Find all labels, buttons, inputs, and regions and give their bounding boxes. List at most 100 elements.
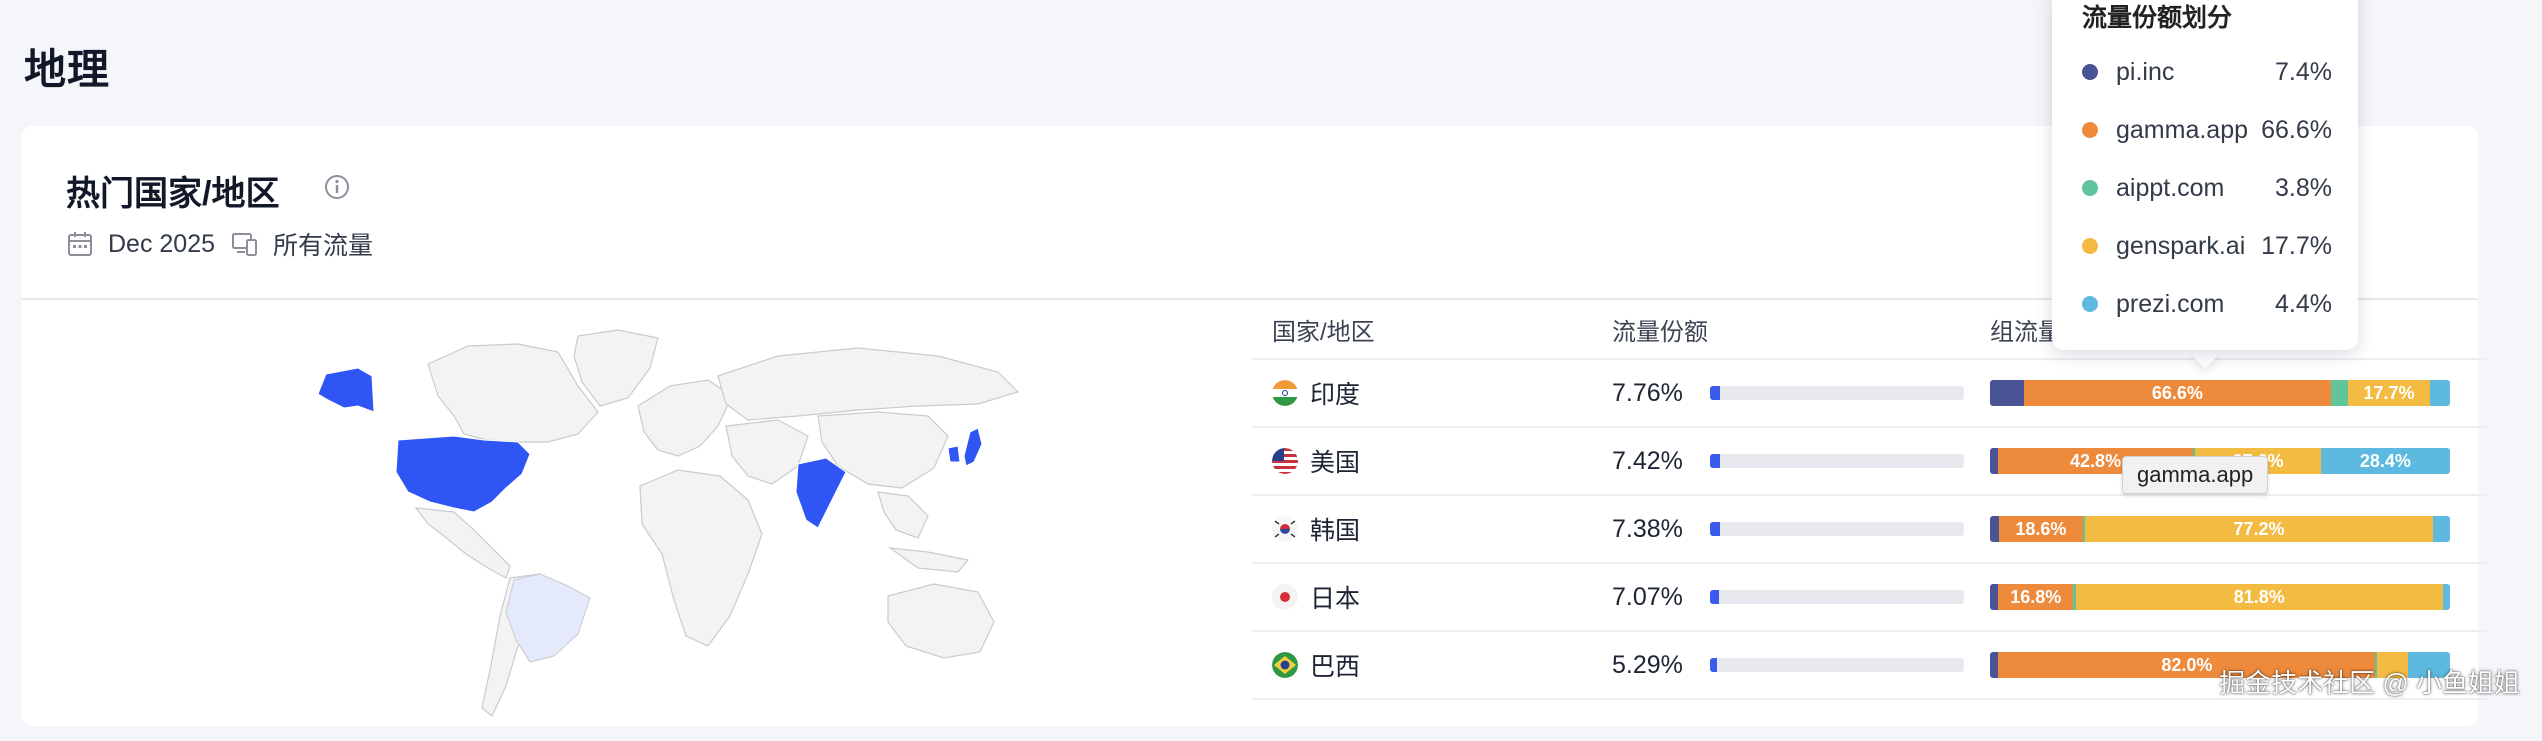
country-name: 巴西: [1310, 653, 1361, 681]
tooltip-item-name: prezi.com: [2116, 289, 2225, 318]
group-share-segment[interactable]: 18.6%: [1999, 516, 2083, 542]
table-row[interactable]: 日本 7.07% 16.8% 81.8%: [1252, 564, 2488, 632]
world-map[interactable]: [278, 316, 1058, 736]
header-share[interactable]: 流量份额: [1612, 312, 1990, 347]
map-region-mexico: [414, 507, 511, 579]
group-share-bar[interactable]: 16.8% 81.8%: [1990, 584, 2450, 610]
legend-dot: [2082, 122, 2098, 138]
tooltip-item-name: aippt.com: [2116, 173, 2225, 202]
map-region-korea: [947, 445, 961, 463]
tooltip-item: prezi.com 4.4%: [2082, 284, 2332, 324]
country-name: 日本: [1310, 585, 1361, 613]
legend-dot: [2082, 238, 2098, 254]
share-bar-fill: [1710, 386, 1720, 400]
legend-dot: [2082, 64, 2098, 80]
korea-flag-icon: [1272, 516, 1298, 542]
share-value: 7.42%: [1612, 446, 1683, 475]
traffic-type-label[interactable]: 所有流量: [273, 226, 373, 262]
map-region-japan: [963, 427, 983, 467]
group-share-segment[interactable]: [2330, 380, 2349, 406]
country-name: 美国: [1310, 449, 1361, 477]
group-share-segment[interactable]: 16.8%: [1998, 584, 2074, 610]
tooltip-item-name: gamma.app: [2116, 115, 2249, 144]
tooltip-item-value: 7.4%: [2275, 57, 2332, 86]
share-bar: [1710, 386, 1964, 400]
legend-dot: [2082, 296, 2098, 312]
group-share-segment[interactable]: [1990, 652, 1999, 678]
tooltip-item: aippt.com 3.8%: [2082, 168, 2332, 208]
map-region-canada: [427, 343, 599, 443]
map-region-alaska: [317, 367, 375, 413]
map-region-russia: [717, 347, 1020, 421]
share-bar: [1710, 658, 1964, 672]
map-region-greenland: [573, 329, 659, 407]
tooltip-item-name: genspark.ai: [2116, 231, 2246, 260]
group-share-segment[interactable]: 28.4%: [2320, 448, 2450, 474]
group-share-segment[interactable]: [1990, 380, 2025, 406]
group-share-segment[interactable]: 81.8%: [2075, 584, 2443, 610]
share-bar: [1710, 454, 1964, 468]
card-title: 热门国家/地区: [66, 175, 280, 213]
country-name: 韩国: [1310, 517, 1361, 545]
tooltip-item-value: 3.8%: [2275, 173, 2332, 202]
watermark: 掘金技术社区 @ 小鱼姐姐: [2219, 668, 2520, 698]
group-share-segment[interactable]: [1990, 584, 1999, 610]
group-share-bar[interactable]: 18.6% 77.2%: [1990, 516, 2450, 542]
map-region-india: [795, 457, 847, 529]
india-flag-icon: [1272, 380, 1298, 406]
share-bar-fill: [1710, 522, 1720, 536]
date-label[interactable]: Dec 2025: [108, 230, 215, 259]
group-share-segment[interactable]: [2432, 516, 2450, 542]
tooltip-title: 流量份额划分: [2082, 4, 2233, 32]
map-region-indonesia: [887, 547, 970, 573]
share-bar-fill: [1710, 658, 1717, 672]
map-region-australia: [887, 583, 995, 659]
share-bar-fill: [1710, 590, 1719, 604]
group-share-segment[interactable]: [1990, 516, 1999, 542]
page-title: 地理: [24, 46, 111, 93]
country-table: 国家/地区 流量份额 组流量份额 印度 7.76% 66.6% 17.7% 美国…: [1252, 300, 2488, 700]
map-region-brazil: [505, 573, 591, 663]
group-share-bar[interactable]: 66.6% 17.7%: [1990, 380, 2450, 406]
tooltip-item: pi.inc 7.4%: [2082, 52, 2332, 92]
map-region-southeast-asia: [877, 491, 929, 539]
share-bar-fill: [1710, 454, 1720, 468]
calendar-icon: [68, 232, 92, 256]
share-bar: [1710, 590, 1964, 604]
table-row[interactable]: 印度 7.76% 66.6% 17.7%: [1252, 360, 2488, 428]
share-value: 7.76%: [1612, 378, 1683, 407]
map-region-europe: [637, 379, 733, 457]
group-share-segment[interactable]: [2429, 380, 2450, 406]
country-name: 印度: [1310, 381, 1361, 409]
hover-tooltip: gamma.app: [2122, 456, 2269, 494]
info-icon[interactable]: [324, 174, 350, 200]
table-row[interactable]: 美国 7.42% 42.8%27.6%28.4%: [1252, 428, 2488, 496]
tooltip-item-value: 4.4%: [2275, 289, 2332, 318]
usa-flag-icon: [1272, 448, 1298, 474]
header-country[interactable]: 国家/地区: [1252, 312, 1612, 347]
tooltip-item: genspark.ai 17.7%: [2082, 226, 2332, 266]
share-bar: [1710, 522, 1964, 536]
group-share-segment[interactable]: 66.6%: [2024, 380, 2331, 406]
tooltip-item: gamma.app 66.6%: [2082, 110, 2332, 150]
devices-icon: [232, 233, 258, 256]
map-region-usa: [395, 435, 531, 513]
group-share-segment[interactable]: 17.7%: [2348, 380, 2430, 406]
map-region-middle-east: [725, 419, 809, 485]
tooltip-item-value: 17.7%: [2261, 231, 2332, 260]
legend-dot: [2082, 180, 2098, 196]
table-row[interactable]: 韩国 7.38% 18.6% 77.2%: [1252, 496, 2488, 564]
japan-flag-icon: [1272, 584, 1298, 610]
share-value: 7.38%: [1612, 514, 1683, 543]
group-share-segment[interactable]: [2442, 584, 2450, 610]
share-value: 5.29%: [1612, 650, 1683, 679]
tooltip-item-value: 66.6%: [2261, 115, 2332, 144]
card-meta: Dec 2025 所有流量: [66, 228, 389, 260]
share-value: 7.07%: [1612, 582, 1683, 611]
group-share-segment[interactable]: [1990, 448, 1999, 474]
brazil-flag-icon: [1272, 652, 1298, 678]
group-share-segment[interactable]: 77.2%: [2085, 516, 2433, 542]
traffic-breakdown-tooltip: 流量份额划分 pi.inc 7.4% gamma.app 66.6% aippt…: [2052, 0, 2358, 350]
map-region-africa: [639, 469, 763, 647]
tooltip-item-name: pi.inc: [2116, 57, 2175, 86]
